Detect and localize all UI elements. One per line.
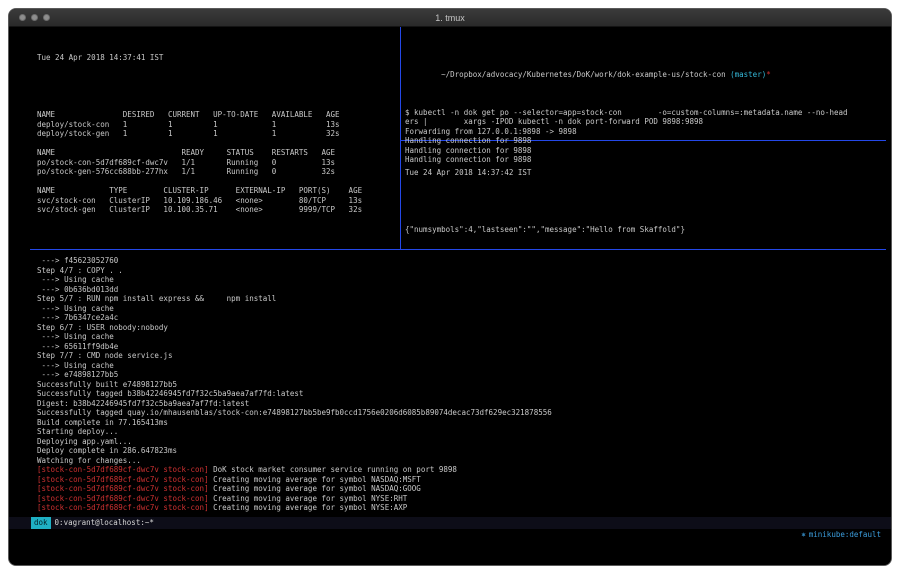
log-line: Deploying app.yaml...: [37, 437, 552, 447]
log-line: Step 7/7 : CMD node service.js: [37, 351, 552, 361]
log-line: [stock-con-5d7df689cf-dwc7v stock-con] D…: [37, 465, 552, 475]
log-line: Watching for changes...: [37, 456, 552, 466]
log-text: Deploying app.yaml...: [37, 437, 132, 446]
pane-kubectl-watch[interactable]: Tue 24 Apr 2018 14:37:41 IST NAME DESIRE…: [37, 34, 362, 234]
pane-divider-vertical[interactable]: [400, 27, 401, 249]
prompt-path: ~/Dropbox/advocacy/Kubernetes/DoK/work/d…: [441, 70, 730, 79]
log-line: ---> Using cache: [37, 304, 552, 314]
log-line: ---> e74898127bb5: [37, 370, 552, 380]
log-line: ---> f45623052760: [37, 256, 552, 266]
log-text: Watching for changes...: [37, 456, 141, 465]
log-line: ---> 0b636bd013dd: [37, 285, 552, 295]
log-line: Successfully tagged quay.io/mhausenblas/…: [37, 408, 552, 418]
pane-skaffold-log[interactable]: ---> f45623052760Step 4/7 : COPY . . ---…: [37, 256, 552, 513]
log-text: Creating moving average for symbol NYSE:…: [209, 494, 408, 503]
titlebar[interactable]: 1. tmux: [9, 9, 891, 27]
pod-log-prefix: [stock-con-5d7df689cf-dwc7v stock-con]: [37, 503, 209, 512]
log-line: [stock-con-5d7df689cf-dwc7v stock-con] C…: [37, 484, 552, 494]
shell-prompt: ~/Dropbox/advocacy/Kubernetes/DoK/work/d…: [405, 60, 848, 89]
log-text: Successfully tagged b38b42246945fd7f32c5…: [37, 389, 303, 398]
session-badge[interactable]: dok: [31, 517, 51, 529]
log-line: Step 6/7 : USER nobody:nobody: [37, 323, 552, 333]
git-dirty-marker: *: [766, 70, 771, 79]
log-line: Step 4/7 : COPY . .: [37, 266, 552, 276]
kubectl-tables: NAME DESIRED CURRENT UP-TO-DATE AVAILABL…: [37, 110, 362, 215]
log-line: Build complete in 77.165413ms: [37, 418, 552, 428]
curl-response-json: {"numsymbols":4,"lastseen":"","message":…: [405, 225, 685, 235]
kube-context-label: minikube:default: [809, 530, 881, 539]
pod-log-prefix: [stock-con-5d7df689cf-dwc7v stock-con]: [37, 465, 209, 474]
git-branch: (master): [730, 70, 766, 79]
status-window-item[interactable]: 0:vagrant@localhost:~*: [55, 517, 154, 529]
log-line: Starting deploy...: [37, 427, 552, 437]
log-text: ---> 7b6347ce2a4c: [37, 313, 118, 322]
spacer: [37, 82, 362, 92]
log-line: ---> Using cache: [37, 332, 552, 342]
log-text: ---> 65611ff9db4e: [37, 342, 118, 351]
log-text: Step 5/7 : RUN npm install express && np…: [37, 294, 276, 303]
log-line: ---> Using cache: [37, 361, 552, 371]
kubectl-timestamp: Tue 24 Apr 2018 14:37:41 IST: [37, 53, 362, 63]
log-line: Successfully tagged b38b42246945fd7f32c5…: [37, 389, 552, 399]
pane-curl[interactable]: Tue 24 Apr 2018 14:37:42 IST {"numsymbol…: [405, 149, 685, 254]
log-text: Digest: b38b42246945fd7f32c5ba9aea7af7fd…: [37, 399, 249, 408]
log-line: ---> Using cache: [37, 275, 552, 285]
terminal-window: 1. tmux Tue 24 Apr 2018 14:37:41 IST NAM…: [8, 8, 892, 566]
log-text: Step 7/7 : CMD node service.js: [37, 351, 172, 360]
log-text: Successfully tagged quay.io/mhausenblas/…: [37, 408, 552, 417]
spacer: [405, 197, 685, 207]
kubernetes-helm-icon: ⎈: [801, 530, 806, 539]
log-line: [stock-con-5d7df689cf-dwc7v stock-con] C…: [37, 475, 552, 485]
log-line: Digest: b38b42246945fd7f32c5ba9aea7af7fd…: [37, 399, 552, 409]
minimize-button[interactable]: [31, 14, 38, 21]
tmux-statusbar: dok 0:vagrant@localhost:~* ⎈minikube:def…: [9, 517, 891, 529]
pod-log-prefix: [stock-con-5d7df689cf-dwc7v stock-con]: [37, 494, 209, 503]
log-line: ---> 65611ff9db4e: [37, 342, 552, 352]
curl-timestamp: Tue 24 Apr 2018 14:37:42 IST: [405, 168, 685, 178]
traffic-lights: [19, 9, 50, 26]
log-text: Creating moving average for symbol NASDA…: [209, 484, 421, 493]
log-text: ---> f45623052760: [37, 256, 118, 265]
log-text: ---> 0b636bd013dd: [37, 285, 118, 294]
log-text: Build complete in 77.165413ms: [37, 418, 168, 427]
log-text: ---> Using cache: [37, 275, 114, 284]
log-line: Deploy complete in 286.647823ms: [37, 446, 552, 456]
log-text: ---> Using cache: [37, 304, 114, 313]
log-text: ---> Using cache: [37, 332, 114, 341]
log-text: Deploy complete in 286.647823ms: [37, 446, 177, 455]
log-text: Starting deploy...: [37, 427, 118, 436]
close-button[interactable]: [19, 14, 26, 21]
log-text: Successfully built e74898127bb5: [37, 380, 177, 389]
log-line: Step 5/7 : RUN npm install express && np…: [37, 294, 552, 304]
log-text: Creating moving average for symbol NYSE:…: [209, 503, 408, 512]
kube-context: ⎈minikube:default: [765, 517, 881, 553]
log-text: ---> e74898127bb5: [37, 370, 118, 379]
terminal-content: Tue 24 Apr 2018 14:37:41 IST NAME DESIRE…: [9, 27, 891, 565]
log-line: [stock-con-5d7df689cf-dwc7v stock-con] C…: [37, 494, 552, 504]
log-text: Step 6/7 : USER nobody:nobody: [37, 323, 168, 332]
log-text: Step 4/7 : COPY . .: [37, 266, 123, 275]
log-text: ---> Using cache: [37, 361, 114, 370]
pod-log-prefix: [stock-con-5d7df689cf-dwc7v stock-con]: [37, 475, 209, 484]
log-line: ---> 7b6347ce2a4c: [37, 313, 552, 323]
window-title: 1. tmux: [435, 13, 465, 23]
pod-log-prefix: [stock-con-5d7df689cf-dwc7v stock-con]: [37, 484, 209, 493]
log-text: Creating moving average for symbol NASDA…: [209, 475, 421, 484]
log-line: [stock-con-5d7df689cf-dwc7v stock-con] C…: [37, 503, 552, 513]
log-text: DoK stock market consumer service runnin…: [209, 465, 457, 474]
zoom-button[interactable]: [43, 14, 50, 21]
log-line: Successfully built e74898127bb5: [37, 380, 552, 390]
